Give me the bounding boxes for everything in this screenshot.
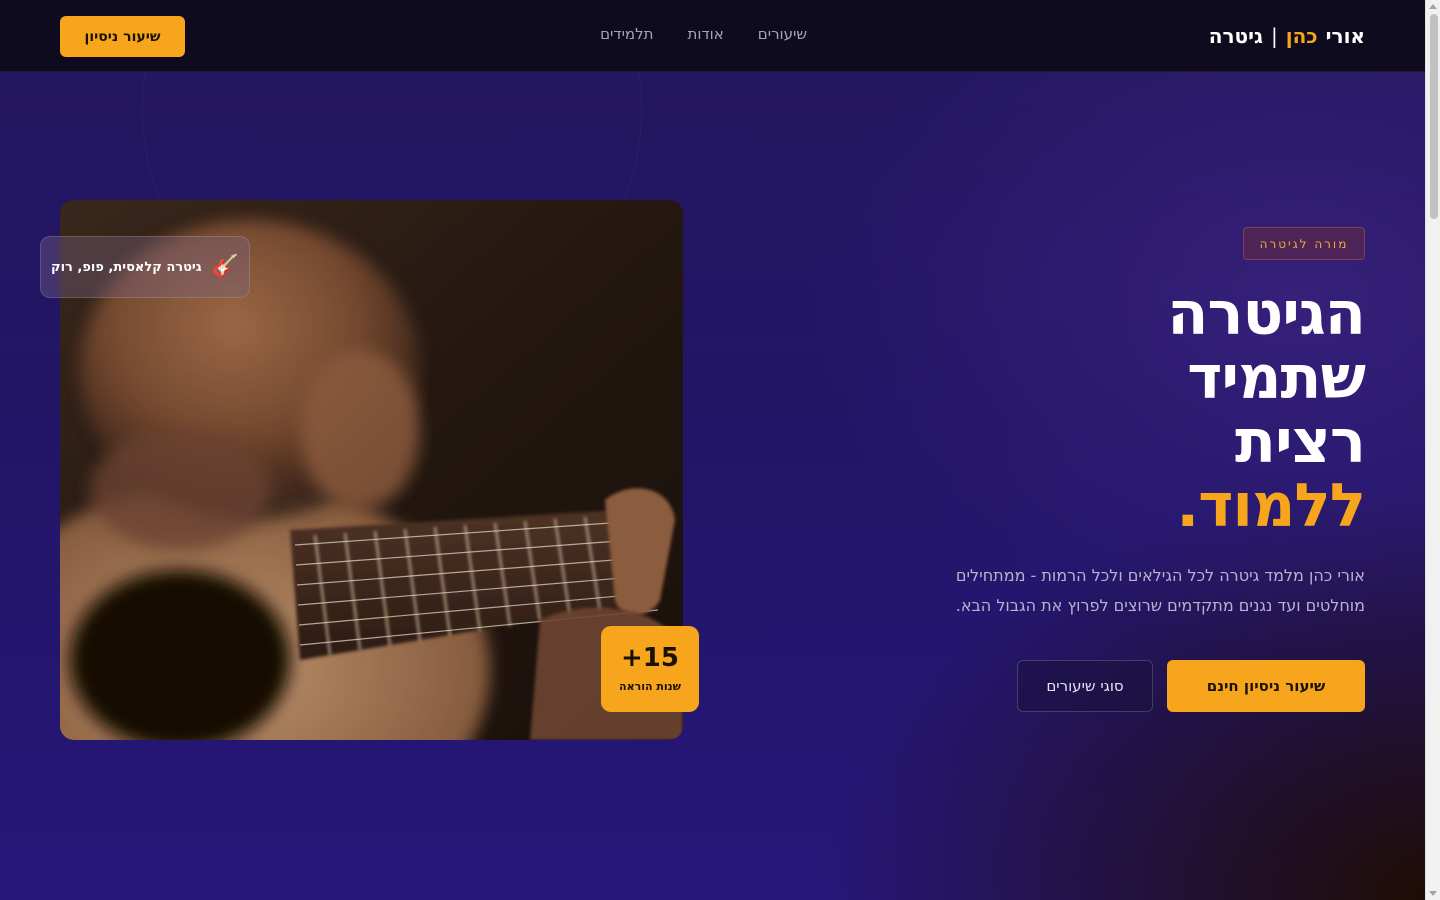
scroll-down-arrow-icon[interactable] <box>1429 891 1437 896</box>
experience-label: שנות הוראה <box>619 680 681 693</box>
site-logo[interactable]: אורי כהן | גיטרה <box>1209 22 1365 50</box>
page-scrollbar[interactable] <box>1425 0 1440 900</box>
experience-stat-card: +15 שנות הוראה <box>601 626 699 712</box>
genres-text: גיטרה קלאסית, פופ, רוק <box>51 259 202 275</box>
hero-badge: מורה לגיטרה <box>1243 227 1365 260</box>
nav-students[interactable]: תלמידים <box>600 25 653 43</box>
hero-subtitle: אורי כהן מלמד גיטרה לכל הגילאים ולכל הרמ… <box>955 566 1365 615</box>
genres-tag-card: 🎸 גיטרה קלאסית, פופ, רוק <box>40 236 250 298</box>
lesson-types-button[interactable]: סוגי שיעורים <box>1017 660 1153 712</box>
logo-first-name: אורי <box>1325 24 1365 48</box>
headline-line-2: שתמיד <box>1187 343 1366 413</box>
logo-accent-name: כהן <box>1285 24 1318 48</box>
site-header: אורי כהן | גיטרה שיעורים אודות תלמידים ש… <box>0 0 1425 72</box>
headline-line-1: הגיטרה <box>1167 279 1366 349</box>
main-nav: שיעורים אודות תלמידים <box>600 25 807 43</box>
headline-line-3: רצית <box>1235 407 1366 477</box>
free-trial-button[interactable]: שיעור ניסיון חינם <box>1167 660 1365 712</box>
experience-number: +15 <box>621 643 679 673</box>
page: אורי כהן | גיטרה שיעורים אודות תלמידים ש… <box>0 0 1425 900</box>
headline-accent: ללמוד. <box>1176 471 1366 541</box>
logo-subject: גיטרה <box>1208 24 1263 48</box>
hero-headline: הגיטרה שתמיד רצית ללמוד. <box>935 279 1366 541</box>
scroll-up-arrow-icon[interactable] <box>1429 4 1437 9</box>
header-trial-button[interactable]: שיעור ניסיון <box>60 16 185 57</box>
scrollbar-thumb[interactable] <box>1430 14 1438 219</box>
nav-lessons[interactable]: שיעורים <box>758 25 807 43</box>
logo-separator: | <box>1270 24 1278 48</box>
guitar-icon: 🎸 <box>211 254 239 279</box>
nav-about[interactable]: אודות <box>688 25 724 43</box>
